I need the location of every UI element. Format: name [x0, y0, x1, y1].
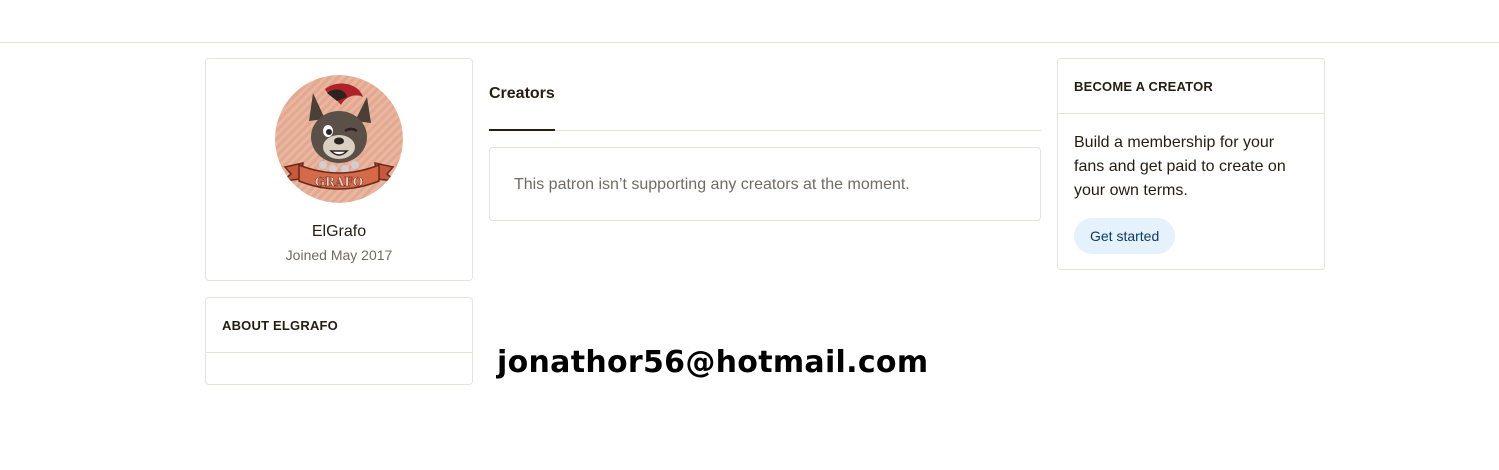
avatar-banner-text: GRAFO — [315, 175, 364, 189]
become-creator-header: BECOME A CREATOR — [1058, 59, 1324, 114]
profile-card: GRAFO ElGrafo Joined May 2017 — [205, 58, 473, 281]
profile-name: ElGrafo — [311, 223, 367, 240]
about-header: ABOUT ELGRAFO — [206, 298, 472, 353]
top-navigation-bar — [0, 0, 1499, 43]
become-creator-card: BECOME A CREATOR Build a membership for … — [1057, 58, 1325, 270]
tab-creators[interactable]: Creators — [489, 85, 555, 103]
tab-divider — [489, 130, 1041, 131]
creators-empty-state: This patron isn’t supporting any creator… — [489, 147, 1041, 221]
become-creator-description: Build a membership for your fans and get… — [1074, 134, 1286, 199]
email-overlay-text: jonathor56@hotmail.com — [497, 345, 929, 380]
get-started-button[interactable]: Get started — [1074, 218, 1176, 254]
wolf-avatar-icon[interactable]: GRAFO — [275, 75, 403, 203]
about-card: ABOUT ELGRAFO — [205, 297, 473, 385]
tab-active-indicator — [489, 129, 555, 131]
empty-state-message: This patron isn’t supporting any creator… — [514, 176, 910, 193]
profile-joined-date: Joined May 2017 — [285, 247, 393, 263]
